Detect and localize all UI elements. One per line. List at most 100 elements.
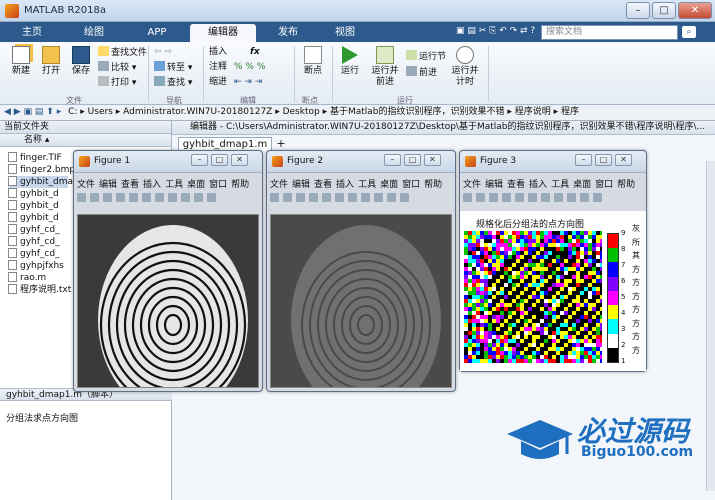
search-icon[interactable]: ⌕ (682, 26, 696, 38)
minimize-button[interactable]: – (626, 2, 650, 19)
figure-toolbar[interactable] (77, 193, 220, 207)
direction-cell (564, 339, 568, 343)
nav-buttons[interactable]: ◀ ▶ ▣ ▤ ⬆ ▸ (4, 107, 61, 117)
divider (148, 46, 149, 102)
path-segment[interactable]: 程序说明 (515, 107, 551, 117)
direction-cell (496, 271, 500, 275)
run-button[interactable]: 运行 (336, 46, 364, 77)
direction-cell (512, 283, 516, 287)
path-segment[interactable]: Administrator.WIN7U-20180127Z (123, 107, 272, 117)
direction-cell (464, 347, 468, 351)
compare-button[interactable]: 比较 ▾ (98, 61, 136, 74)
list-item[interactable]: gyhf_cd_ (8, 248, 60, 260)
direction-cell (580, 247, 584, 251)
figure-3-window[interactable]: Figure 3 – □ ✕ 文件 编辑 查看 插入 工具 桌面 窗口 帮助 规格化后分组法的… (459, 150, 647, 372)
direction-cell (548, 263, 552, 267)
insert-button[interactable]: 插入 (209, 46, 227, 59)
list-item[interactable]: finger.TIF (8, 152, 62, 164)
tab-publish[interactable]: 发布 (260, 24, 316, 42)
direction-cell (600, 331, 602, 335)
direction-cell (600, 299, 602, 303)
save-button[interactable]: 保存 (66, 46, 96, 77)
list-item[interactable]: gyhbit_d (8, 200, 59, 212)
direction-cell (468, 267, 472, 271)
percent-button[interactable]: % % % (234, 61, 265, 74)
direction-cell (492, 347, 496, 351)
run-section-button[interactable]: 运行节 (406, 50, 446, 63)
path-segment[interactable]: 程序 (561, 107, 579, 117)
path-segment[interactable]: 基于Matlab的指纹识别程序，识别效果不错 (330, 107, 505, 117)
name-column-header[interactable]: 名称 ▴ (0, 134, 171, 147)
direction-cell (584, 319, 588, 323)
search-input[interactable]: 搜索文档 (541, 25, 678, 40)
address-bar[interactable]: ◀ ▶ ▣ ▤ ⬆ ▸ C: ▸ Users ▸ Administrator.W… (0, 105, 715, 121)
figure-toolbar[interactable] (270, 193, 413, 207)
colorbar-tick-label: 2 (621, 341, 626, 349)
maximize-button[interactable]: □ (404, 154, 421, 166)
list-item[interactable]: rao.m (8, 272, 46, 284)
open-button[interactable]: 打开 (36, 46, 66, 77)
minimize-button[interactable]: – (384, 154, 401, 166)
print-button[interactable]: 打印 ▾ (98, 76, 136, 89)
close-button[interactable]: ✕ (678, 2, 712, 19)
direction-cell (532, 339, 536, 343)
find-files-button[interactable]: 查找文件 (98, 46, 147, 59)
tab-editor[interactable]: 编辑器 (190, 24, 256, 42)
nav-arrows[interactable]: ⇦ ⇨ (154, 46, 172, 59)
run-time-button[interactable]: 运行并计时 (448, 46, 482, 88)
minimize-button[interactable]: – (575, 154, 592, 166)
direction-cell (576, 283, 580, 287)
direction-cell (592, 231, 596, 235)
advance-button[interactable]: 前进 (406, 66, 437, 79)
direction-cell (464, 231, 468, 235)
path-segment[interactable]: C: (68, 107, 77, 117)
maximize-button[interactable]: □ (211, 154, 228, 166)
direction-cell (524, 235, 528, 239)
find-button[interactable]: 查找 ▾ (154, 76, 192, 89)
list-item[interactable]: gyhf_cd_ (8, 224, 60, 236)
path-segment[interactable]: Desktop (283, 107, 320, 117)
figure-1-window[interactable]: Figure 1 – □ ✕ 文件 编辑 查看 插入 工具 桌面 窗口 帮助 (73, 150, 263, 392)
direction-cell (528, 247, 532, 251)
list-item[interactable]: 程序说明.txt (8, 284, 71, 296)
minimize-button[interactable]: – (191, 154, 208, 166)
path-segment[interactable]: Users (88, 107, 113, 117)
figure-menu[interactable]: 文件 编辑 查看 插入 工具 桌面 窗口 帮助 (77, 177, 253, 190)
figure-menu[interactable]: 文件 编辑 查看 插入 工具 桌面 窗口 帮助 (270, 177, 446, 190)
figure-menu[interactable]: 文件 编辑 查看 插入 工具 桌面 窗口 帮助 (463, 177, 639, 190)
add-tab-button[interactable]: + (274, 137, 288, 151)
close-button[interactable]: ✕ (231, 154, 248, 166)
direction-cell (532, 303, 536, 307)
tab-plots[interactable]: 绘图 (64, 24, 124, 42)
figure-2-window[interactable]: Figure 2 – □ ✕ 文件 编辑 查看 插入 工具 桌面 窗口 帮助 (266, 150, 456, 392)
close-button[interactable]: ✕ (615, 154, 632, 166)
maximize-button[interactable]: □ (652, 2, 676, 19)
tab-home[interactable]: 主页 (6, 24, 58, 42)
list-item[interactable]: gyhbit_d (8, 212, 59, 224)
direction-cell (508, 239, 512, 243)
indent-button[interactable]: 缩进 (209, 76, 227, 89)
list-item[interactable]: gyhpjfxhs (8, 260, 64, 272)
fx-button[interactable]: fx (250, 46, 260, 59)
new-button[interactable]: 新建 (6, 46, 36, 77)
quick-access-toolbar[interactable]: ▣ ▤ ✂ ⎘ ↶ ↷ ⇄ ? (456, 26, 536, 39)
comment-button[interactable]: 注释 (209, 61, 227, 74)
indent-arrows[interactable]: ⇤ ⇥ ⇥ (234, 76, 262, 89)
tab-apps[interactable]: APP (128, 24, 186, 42)
goto-button[interactable]: 转至 ▾ (154, 61, 192, 74)
list-item[interactable]: gyhf_cd_ (8, 236, 60, 248)
figure-toolbar[interactable] (463, 193, 606, 207)
maximize-button[interactable]: □ (595, 154, 612, 166)
list-item[interactable]: finger2.bmp (8, 164, 75, 176)
direction-cell (552, 267, 556, 271)
breakpoints-button[interactable]: 断点 (298, 46, 328, 77)
list-item[interactable]: gyhbit_dmap1.m (8, 176, 96, 188)
tab-view[interactable]: 视图 (320, 24, 370, 42)
direction-cell (596, 279, 600, 283)
list-item[interactable]: gyhbit_d (8, 188, 59, 200)
close-button[interactable]: ✕ (424, 154, 441, 166)
run-advance-button[interactable]: 运行并前进 (368, 46, 402, 88)
editor-file-tab[interactable]: gyhbit_dmap1.m (178, 137, 272, 151)
direction-cell (480, 259, 484, 263)
direction-cell (472, 247, 476, 251)
